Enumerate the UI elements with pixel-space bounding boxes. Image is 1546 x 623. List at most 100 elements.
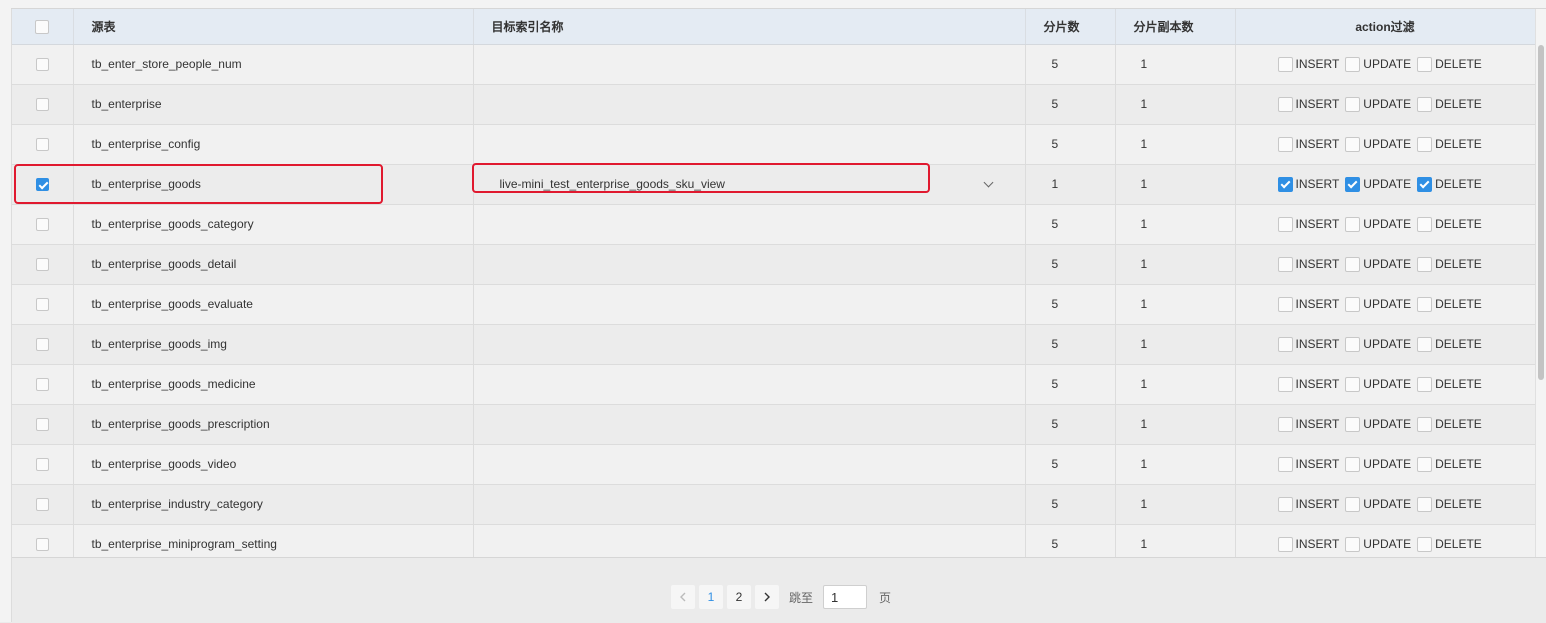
insert-option[interactable]: INSERT: [1277, 176, 1339, 192]
delete-option[interactable]: DELETE: [1417, 336, 1482, 352]
column-header-target-index[interactable]: 目标索引名称: [473, 9, 1026, 45]
table-row[interactable]: tb_enterprise_config 5 1 INSERT UPDATE DEL…: [12, 124, 1535, 165]
row-checkbox[interactable]: [35, 498, 49, 512]
insert-checkbox[interactable]: [1277, 56, 1293, 72]
page-button-1[interactable]: 1: [699, 585, 723, 609]
delete-option[interactable]: DELETE: [1417, 256, 1482, 272]
table-row[interactable]: tb_enterprise_goods_category 5 1 INSERT U…: [12, 204, 1535, 245]
update-checkbox[interactable]: [1345, 296, 1361, 312]
column-header-shards[interactable]: 分片数: [1025, 9, 1116, 45]
delete-checkbox[interactable]: [1417, 136, 1433, 152]
insert-checkbox[interactable]: [1277, 416, 1293, 432]
scrollbar-thumb[interactable]: [1538, 45, 1544, 380]
target-index-cell[interactable]: [473, 244, 1026, 285]
update-option[interactable]: UPDATE: [1345, 416, 1411, 432]
update-checkbox[interactable]: [1345, 96, 1361, 112]
delete-checkbox[interactable]: [1417, 176, 1433, 192]
update-checkbox[interactable]: [1345, 136, 1361, 152]
update-checkbox[interactable]: [1345, 416, 1361, 432]
update-option[interactable]: UPDATE: [1345, 496, 1411, 512]
insert-option[interactable]: INSERT: [1277, 376, 1339, 392]
table-row[interactable]: tb_enterprise_goods_detail 5 1 INSERT UPD…: [12, 244, 1535, 285]
delete-option[interactable]: DELETE: [1417, 216, 1482, 232]
delete-option[interactable]: DELETE: [1417, 96, 1482, 112]
update-checkbox[interactable]: [1345, 336, 1361, 352]
update-option[interactable]: UPDATE: [1345, 256, 1411, 272]
delete-option[interactable]: DELETE: [1417, 536, 1482, 552]
vertical-scrollbar[interactable]: [1535, 9, 1546, 557]
delete-option[interactable]: DELETE: [1417, 416, 1482, 432]
target-index-cell[interactable]: [473, 84, 1026, 125]
target-index-cell[interactable]: [473, 364, 1026, 405]
update-checkbox[interactable]: [1345, 496, 1361, 512]
insert-option[interactable]: INSERT: [1277, 136, 1339, 152]
row-checkbox[interactable]: [35, 178, 49, 192]
page-button-2[interactable]: 2: [727, 585, 751, 609]
update-option[interactable]: UPDATE: [1345, 376, 1411, 392]
insert-checkbox[interactable]: [1277, 336, 1293, 352]
insert-option[interactable]: INSERT: [1277, 296, 1339, 312]
delete-checkbox[interactable]: [1417, 56, 1433, 72]
insert-option[interactable]: INSERT: [1277, 256, 1339, 272]
delete-checkbox[interactable]: [1417, 416, 1433, 432]
row-checkbox[interactable]: [35, 378, 49, 392]
update-checkbox[interactable]: [1345, 456, 1361, 472]
insert-checkbox[interactable]: [1277, 176, 1293, 192]
insert-checkbox[interactable]: [1277, 136, 1293, 152]
select-all-checkbox[interactable]: [35, 19, 50, 34]
column-header-replicas[interactable]: 分片副本数: [1115, 9, 1236, 45]
update-option[interactable]: UPDATE: [1345, 176, 1411, 192]
next-page-button[interactable]: [755, 585, 779, 609]
update-option[interactable]: UPDATE: [1345, 56, 1411, 72]
delete-checkbox[interactable]: [1417, 496, 1433, 512]
target-index-cell[interactable]: [473, 524, 1026, 557]
table-row[interactable]: tb_enterprise_goods_prescription 5 1 INS…: [12, 404, 1535, 445]
delete-checkbox[interactable]: [1417, 296, 1433, 312]
table-row[interactable]: tb_enterprise_goods_video 5 1 INSERT UPDA…: [12, 444, 1535, 485]
update-option[interactable]: UPDATE: [1345, 536, 1411, 552]
insert-checkbox[interactable]: [1277, 296, 1293, 312]
delete-option[interactable]: DELETE: [1417, 376, 1482, 392]
target-index-cell[interactable]: [473, 444, 1026, 485]
row-checkbox[interactable]: [35, 98, 49, 112]
row-checkbox[interactable]: [35, 58, 49, 72]
delete-option[interactable]: DELETE: [1417, 296, 1482, 312]
insert-checkbox[interactable]: [1277, 256, 1293, 272]
insert-checkbox[interactable]: [1277, 536, 1293, 552]
update-checkbox[interactable]: [1345, 176, 1361, 192]
insert-option[interactable]: INSERT: [1277, 456, 1339, 472]
prev-page-button[interactable]: [671, 585, 695, 609]
insert-option[interactable]: INSERT: [1277, 56, 1339, 72]
update-checkbox[interactable]: [1345, 376, 1361, 392]
row-checkbox[interactable]: [35, 538, 49, 552]
row-checkbox[interactable]: [35, 218, 49, 232]
table-row[interactable]: tb_enterprise_goods_evaluate 5 1 INSERT U…: [12, 284, 1535, 325]
insert-checkbox[interactable]: [1277, 96, 1293, 112]
delete-checkbox[interactable]: [1417, 216, 1433, 232]
update-checkbox[interactable]: [1345, 256, 1361, 272]
insert-checkbox[interactable]: [1277, 216, 1293, 232]
target-index-cell[interactable]: [473, 484, 1026, 525]
update-checkbox[interactable]: [1345, 536, 1361, 552]
delete-checkbox[interactable]: [1417, 336, 1433, 352]
table-row[interactable]: tb_enterprise_goods live-mini_test_enter…: [12, 162, 1535, 205]
insert-option[interactable]: INSERT: [1277, 336, 1339, 352]
table-row[interactable]: tb_enterprise_goods_img 5 1 INSERT UPDATE…: [12, 324, 1535, 365]
column-header-action-filter[interactable]: action过滤: [1235, 9, 1535, 45]
table-row[interactable]: tb_enterprise_goods_medicine 5 1 INSERT U…: [12, 364, 1535, 405]
delete-option[interactable]: DELETE: [1417, 56, 1482, 72]
table-row[interactable]: tb_enterprise 5 1 INSERT UPDATE DELETE: [12, 84, 1535, 125]
table-row[interactable]: tb_enterprise_industry_category 5 1 INSE…: [12, 484, 1535, 525]
update-checkbox[interactable]: [1345, 56, 1361, 72]
target-index-cell[interactable]: [473, 404, 1026, 445]
row-checkbox[interactable]: [35, 298, 49, 312]
table-row[interactable]: tb_enter_store_people_num 5 1 INSERT UPDA…: [12, 44, 1535, 85]
row-checkbox[interactable]: [35, 258, 49, 272]
insert-option[interactable]: INSERT: [1277, 216, 1339, 232]
insert-option[interactable]: INSERT: [1277, 536, 1339, 552]
insert-checkbox[interactable]: [1277, 376, 1293, 392]
delete-option[interactable]: DELETE: [1417, 136, 1482, 152]
update-option[interactable]: UPDATE: [1345, 456, 1411, 472]
delete-checkbox[interactable]: [1417, 376, 1433, 392]
delete-checkbox[interactable]: [1417, 96, 1433, 112]
